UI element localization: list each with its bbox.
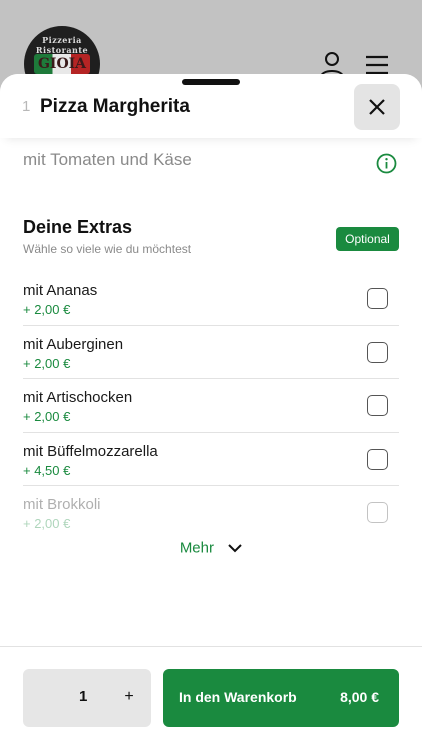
increase-quantity-button[interactable]: + [117,683,141,711]
total-price: 8,00 € [340,689,379,705]
sheet-footer: 1 + In den Warenkorb 8,00 € [0,646,422,750]
extra-name: mit Auberginen [23,335,124,353]
close-icon [369,99,385,115]
extra-option[interactable]: mit Artischocken + 2,00 € [23,379,399,433]
quantity-stepper: 1 + [23,669,151,727]
quantity-value: 1 [79,688,88,705]
more-label: Mehr [179,539,214,557]
menu-icon[interactable] [364,54,390,76]
extra-name: mit Ananas [23,282,98,299]
extra-checkbox[interactable] [367,395,388,416]
extras-title: Deine Extras [23,217,133,237]
extra-option[interactable]: mit Brokkoli + 2,00 € [23,486,399,540]
extra-option[interactable]: mit Büffelmozzarella + 4,50 € [23,433,399,486]
extra-checkbox[interactable] [367,502,388,523]
extra-name: mit Brokkoli [23,496,101,513]
extra-option[interactable]: mit Ananas + 2,00 € [23,272,399,326]
more-button[interactable]: Mehr [0,539,422,557]
optional-badge: Optional [336,227,399,251]
extra-checkbox[interactable] [367,448,388,470]
extra-checkbox[interactable] [367,341,388,363]
logo-wordmark: GIOIA [34,54,90,74]
extra-price: + 2,00 € [23,409,71,424]
extra-price: + 2,00 € [23,302,71,317]
extras-subtitle: Wähle so viele wie du möchtest [23,242,192,256]
product-description: mit Tomaten und Käse [23,150,192,169]
sheet-grabber[interactable] [182,79,240,85]
product-sheet: 1 Pizza Margherita mit Tomaten und Käse … [0,74,422,750]
extra-checkbox[interactable] [367,288,388,309]
logo-ring-text: Pizzeria Ristorante [35,35,89,55]
extra-name: mit Artischocken [23,389,133,406]
extra-name: mit Büffelmozzarella [23,442,158,460]
add-to-cart-label: In den Warenkorb [179,689,297,705]
extra-price: + 4,50 € [23,462,71,478]
extra-price: + 2,00 € [23,355,71,371]
quantity-prefix: 1 [22,98,31,115]
add-to-cart-button[interactable]: In den Warenkorb 8,00 € [163,669,399,727]
extra-option[interactable]: mit Auberginen + 2,00 € [23,326,399,379]
product-title: Pizza Margherita [40,96,190,117]
info-icon[interactable] [376,153,397,174]
chevron-down-icon [228,543,242,552]
extra-price: + 2,00 € [23,516,71,531]
extras-list: mit Ananas + 2,00 € mit Auberginen + 2,0… [23,272,399,540]
close-button[interactable] [354,84,400,130]
